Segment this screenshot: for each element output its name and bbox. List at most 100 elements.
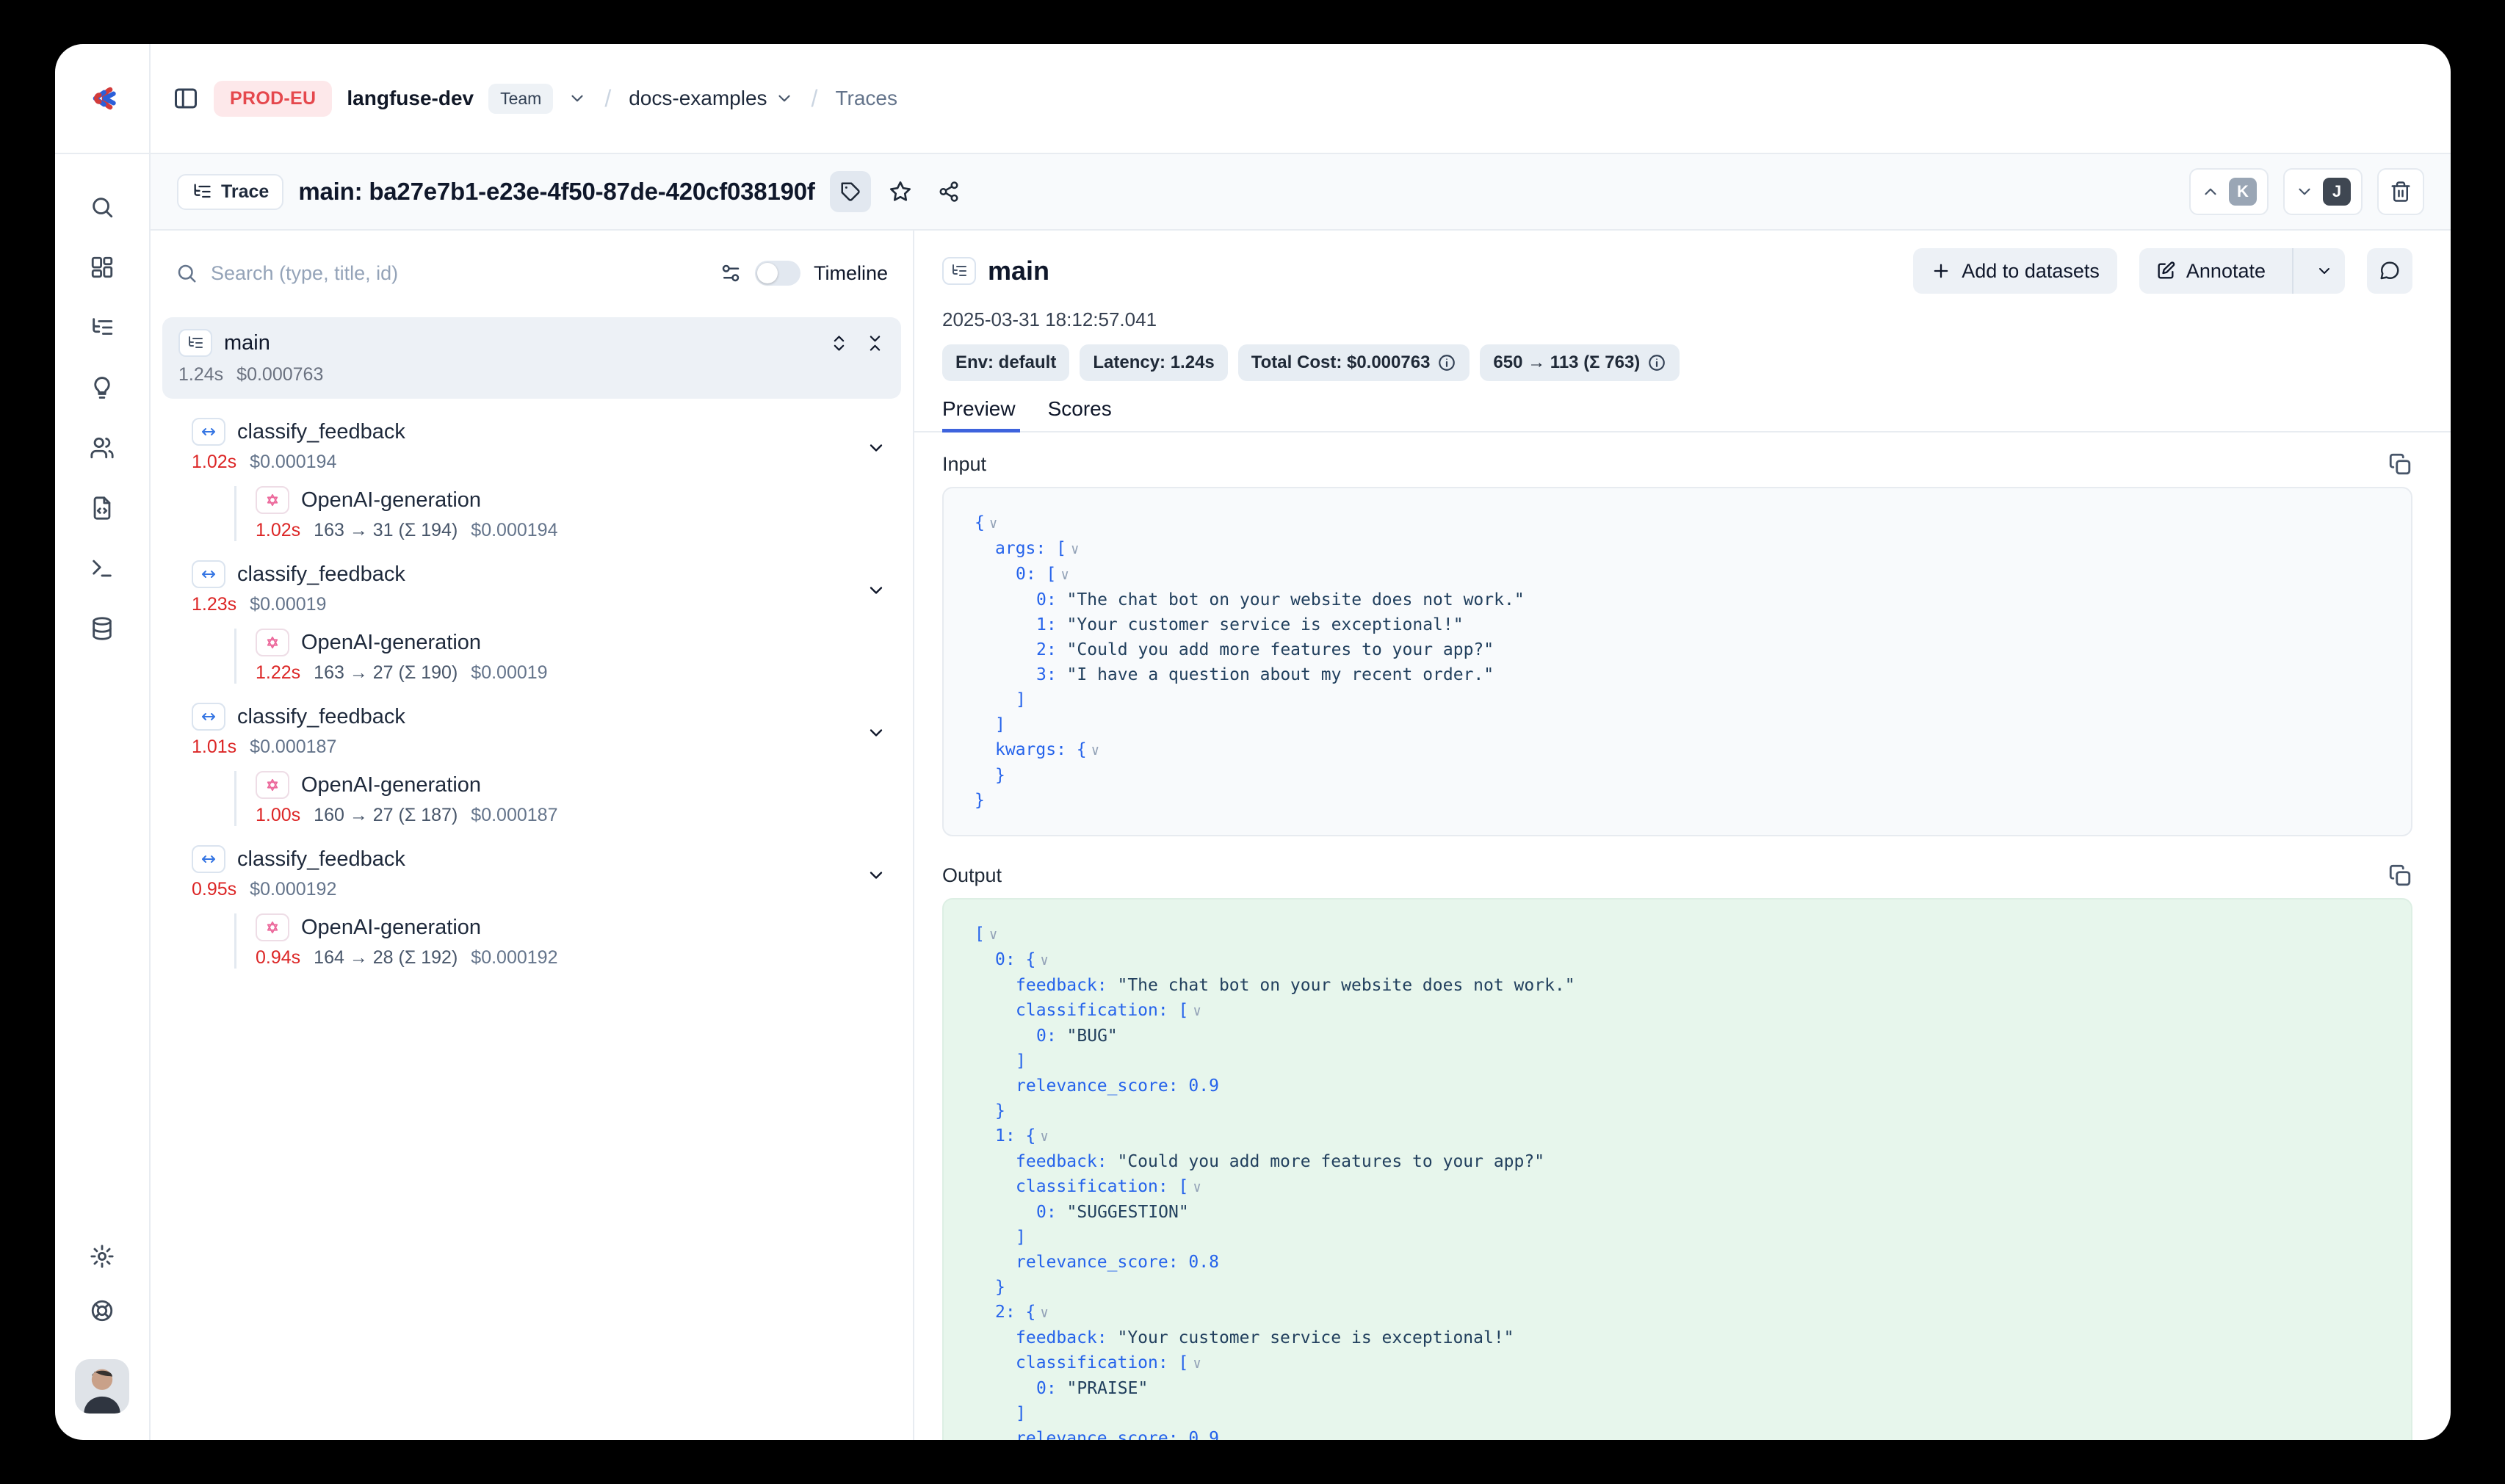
annotate-button[interactable]: Annotate	[2139, 248, 2282, 294]
prompts-icon[interactable]	[87, 493, 117, 523]
collapse-chevron-icon[interactable]	[866, 865, 886, 886]
trace-timestamp: 2025-03-31 18:12:57.041	[942, 308, 2412, 331]
span-latency: 1.23s	[192, 594, 236, 615]
collapse-chevron-icon[interactable]	[866, 723, 886, 743]
generation-row[interactable]: OpenAI-generation	[256, 771, 886, 799]
span-children: OpenAI-generation 1.22s 163 → 27 (Σ 190)…	[234, 629, 886, 684]
org-switcher-chevron-icon[interactable]	[568, 89, 587, 108]
trace-node-badge	[178, 329, 212, 357]
app-window: PROD-EU langfuse-dev Team / docs-example…	[55, 44, 2451, 1440]
evaluation-icon[interactable]	[87, 373, 117, 402]
json-collapse-chevron[interactable]: ∨	[985, 927, 997, 943]
generation-row[interactable]: OpenAI-generation	[256, 486, 886, 514]
span-type-badge	[192, 418, 225, 446]
span-cost: $0.000187	[250, 736, 336, 758]
json-collapse-chevron[interactable]: ∨	[1056, 567, 1069, 583]
tab-scores[interactable]: Scores	[1048, 397, 1112, 432]
breadcrumb-section[interactable]: Traces	[835, 87, 897, 110]
share-button[interactable]	[928, 171, 969, 212]
json-collapse-chevron[interactable]: ∨	[1066, 541, 1079, 557]
generation-type-badge	[256, 913, 289, 941]
project-switcher-chevron-icon[interactable]	[775, 89, 794, 108]
span-row[interactable]: classify_feedback	[192, 845, 886, 873]
view-settings-icon[interactable]	[720, 262, 742, 284]
json-collapse-chevron[interactable]: ∨	[1188, 1179, 1201, 1195]
json-collapse-chevron[interactable]: ∨	[1188, 1003, 1201, 1019]
project-name[interactable]: docs-examples	[629, 87, 793, 110]
metric-badges: Env: defaultLatency: 1.24sTotal Cost: $0…	[942, 344, 2412, 381]
comments-button[interactable]	[2367, 248, 2412, 294]
generation-row[interactable]: OpenAI-generation	[256, 913, 886, 941]
icon-rail	[55, 154, 151, 1440]
tree-root-row[interactable]: main 1.24s $0.000763	[162, 317, 901, 399]
detail-title: main	[988, 256, 1901, 286]
add-to-datasets-button[interactable]: Add to datasets	[1913, 248, 2117, 294]
span-type-badge	[192, 703, 225, 731]
prev-trace-button[interactable]: K	[2189, 168, 2269, 215]
json-collapse-chevron[interactable]: ∨	[1087, 742, 1099, 759]
collapse-chevron-icon[interactable]	[866, 580, 886, 601]
tags-button[interactable]	[830, 171, 871, 212]
delete-trace-button[interactable]	[2377, 168, 2424, 215]
span-children: OpenAI-generation 1.00s 160 → 27 (Σ 187)…	[234, 771, 886, 826]
tab-preview[interactable]: Preview	[942, 397, 1016, 432]
timeline-label: Timeline	[814, 262, 888, 285]
output-section-label: Output	[942, 864, 1002, 887]
dashboard-icon[interactable]	[87, 253, 117, 282]
org-name[interactable]: langfuse-dev	[347, 87, 474, 110]
span-metrics: 1.23s $0.00019	[192, 594, 886, 615]
shortcut-key-j: J	[2323, 178, 2351, 206]
span-name: classify_feedback	[237, 847, 854, 872]
output-json-viewer[interactable]: [∨0: {∨feedback: "The chat bot on your w…	[942, 898, 2412, 1440]
chevron-down-icon	[2316, 262, 2333, 280]
sidebar-toggle-icon[interactable]	[173, 85, 199, 112]
search-icon[interactable]	[87, 192, 117, 222]
support-lifebuoy-icon[interactable]	[87, 1296, 117, 1325]
trace-title: main: ba27e7b1-e23e-4f50-87de-420cf03819…	[298, 178, 814, 206]
org-type-badge: Team	[488, 84, 553, 114]
collapse-chevron-icon[interactable]	[866, 438, 886, 458]
span-block: classify_feedback 1.23s $0.00019 OpenAI-g…	[151, 560, 913, 684]
settings-gear-icon[interactable]	[87, 1242, 117, 1271]
json-collapse-chevron[interactable]: ∨	[985, 515, 997, 532]
span-children: OpenAI-generation 1.02s 163 → 31 (Σ 194)…	[234, 486, 886, 541]
timeline-toggle[interactable]	[755, 261, 800, 286]
json-collapse-chevron[interactable]: ∨	[1188, 1355, 1201, 1372]
user-avatar[interactable]	[75, 1359, 129, 1414]
span-row[interactable]: classify_feedback	[192, 703, 886, 731]
plus-icon	[1931, 261, 1951, 281]
span-type-badge	[192, 560, 225, 588]
annotate-dropdown-chevron[interactable]	[2304, 248, 2345, 294]
span-cost: $0.00019	[250, 594, 326, 615]
info-icon[interactable]	[1437, 353, 1456, 372]
info-icon[interactable]	[1647, 353, 1666, 372]
generation-row[interactable]: OpenAI-generation	[256, 629, 886, 656]
collapse-all-icon[interactable]	[865, 333, 885, 353]
json-collapse-chevron[interactable]: ∨	[1035, 1305, 1048, 1321]
chevron-up-icon	[2201, 182, 2220, 201]
generation-cost: $0.000192	[471, 947, 557, 969]
org-logo[interactable]	[55, 44, 151, 153]
root-cost: $0.000763	[236, 364, 323, 386]
playground-icon[interactable]	[87, 554, 117, 583]
top-bar: PROD-EU langfuse-dev Team / docs-example…	[55, 44, 2451, 154]
expand-all-icon[interactable]	[829, 333, 849, 353]
span-row[interactable]: classify_feedback	[192, 418, 886, 446]
users-icon[interactable]	[87, 433, 117, 463]
bookmark-star-button[interactable]	[880, 171, 921, 212]
datasets-icon[interactable]	[87, 614, 117, 643]
tracing-icon[interactable]	[87, 313, 117, 342]
span-row[interactable]: classify_feedback	[192, 560, 886, 588]
copy-input-icon[interactable]	[2387, 452, 2412, 477]
span-metrics: 1.01s$0.000187	[192, 736, 886, 758]
input-json-viewer[interactable]: {∨args: [∨0: [∨0: "The chat bot on your …	[942, 487, 2412, 836]
span-type-badge	[192, 845, 225, 873]
json-collapse-chevron[interactable]: ∨	[1035, 1129, 1048, 1145]
json-collapse-chevron[interactable]: ∨	[1035, 952, 1048, 969]
generation-name: OpenAI-generation	[301, 916, 886, 940]
generation-metrics: 1.02s 163 → 31 (Σ 194) $0.000194	[256, 520, 886, 541]
tree-search-input[interactable]	[211, 262, 706, 285]
next-trace-button[interactable]: J	[2283, 168, 2363, 215]
generation-latency: 1.22s	[256, 662, 300, 684]
copy-output-icon[interactable]	[2387, 863, 2412, 888]
